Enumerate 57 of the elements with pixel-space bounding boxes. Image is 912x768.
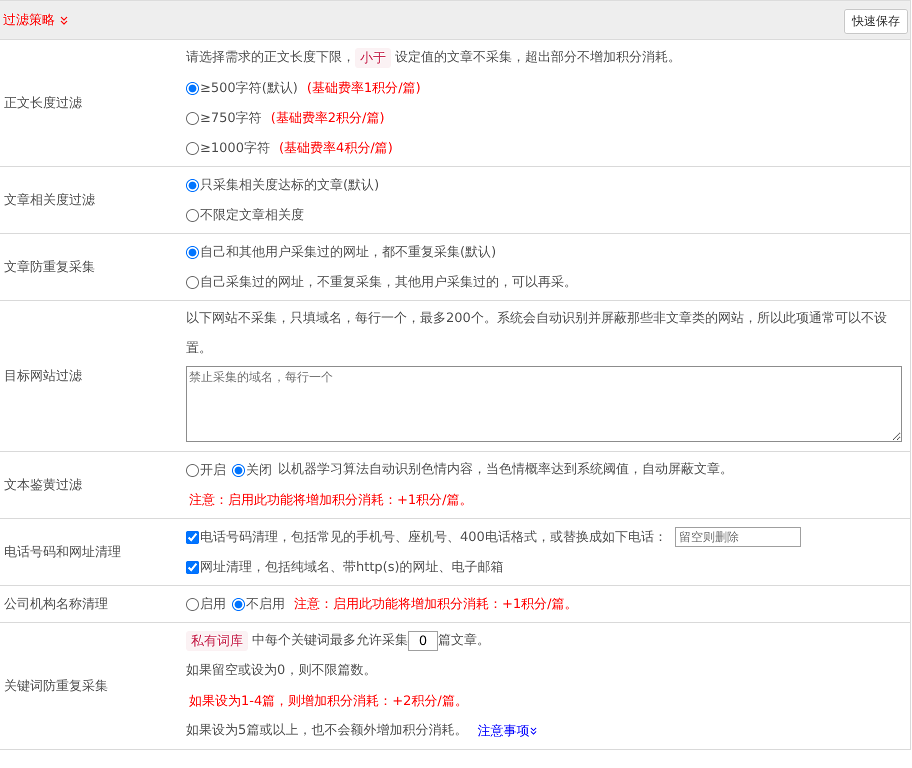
count-input-field[interactable]: 0 [408, 631, 438, 651]
radio-label[interactable]: 不启用 [246, 595, 285, 613]
radio-label[interactable]: ≥500字符(默认) [200, 79, 298, 97]
note-text: 注意：启用此功能将增加积分消耗：+1积分/篇。 [189, 492, 473, 509]
row-label: 电话号码和网址清理 [3, 544, 122, 562]
radio-label[interactable]: 只采集相关度达标的文章(默认) [200, 176, 380, 194]
description-text: 如果留空或设为0，则不限篇数。 [186, 662, 376, 680]
radio-label[interactable]: 启用 [200, 595, 226, 613]
radio-button[interactable] [186, 208, 199, 222]
description-text: 以机器学习算法自动识别色情内容，当色情概率达到系统阈值，自动屏蔽文章。 [278, 461, 733, 479]
keyword-tag: 小于 [355, 48, 391, 68]
notes-link[interactable]: 注意事项 [477, 722, 530, 740]
radio-button[interactable] [232, 464, 245, 476]
radio-button[interactable] [186, 464, 199, 476]
radio-label[interactable]: 关闭 [246, 461, 272, 479]
phone-input-field[interactable]: 留空则删除 [674, 527, 801, 547]
row-label: 正文长度过滤 [3, 95, 83, 113]
radio-label[interactable]: 自己采集过的网址，不重复采集，其他用户采集过的，可以再采。 [200, 273, 577, 291]
description-text: 以下网站不采集，只填域名，每行一个，最多200个。系统会自动识别并屏蔽那些非文章类的网站，所以此项通常可以不设置。 [186, 310, 888, 358]
chevron-down-icon[interactable] [60, 16, 68, 24]
description-text: 设定值的文章不采集，超出部分不增加积分消耗。 [395, 49, 681, 67]
radio-button[interactable] [186, 276, 199, 288]
checkbox-label[interactable]: 电话号码清理，包括常见的手机号、座机号、400电话格式，或替换成如下电话： [200, 528, 667, 546]
radio-label[interactable]: 开启 [200, 461, 226, 479]
note-text: 注意：启用此功能将增加积分消耗：+1积分/篇。 [294, 596, 578, 613]
radio-label[interactable]: 不限定文章相关度 [200, 206, 304, 224]
row-label: 公司机构名称清理 [3, 596, 109, 614]
radio-button[interactable] [186, 246, 199, 258]
quick-save-button[interactable]: 快速保存 [844, 9, 908, 34]
checkbox[interactable] [186, 560, 199, 574]
row-label: 文章相关度过滤 [3, 192, 96, 210]
radio-label[interactable]: 自己和其他用户采集过的网址，都不重复采集(默认) [200, 243, 496, 261]
note-text: (基础费率1积分/篇) [306, 80, 421, 97]
radio-button[interactable] [186, 112, 199, 124]
radio-button[interactable] [186, 82, 199, 94]
radio-button[interactable] [232, 598, 245, 610]
radio-button[interactable] [186, 598, 199, 610]
radio-button[interactable] [186, 178, 199, 192]
note-text: (基础费率4积分/篇) [278, 140, 393, 157]
row-label: 目标网站过滤 [3, 368, 83, 386]
description-text: 请选择需求的正文长度下限， [186, 49, 355, 67]
description-text: 如果设为5篇或以上，也不会额外增加积分消耗。 [186, 722, 468, 740]
row-label: 文章防重复采集 [3, 259, 96, 277]
row-label: 文本鉴黄过滤 [3, 477, 83, 495]
checkbox-label[interactable]: 网址清理，包括纯域名、带http(s)的网址、电子邮箱 [200, 558, 504, 576]
row-label: 关键词防重复采集 [3, 678, 109, 696]
note-text: 如果设为1-4篇，则增加积分消耗：+2积分/篇。 [189, 693, 468, 710]
checkbox[interactable] [186, 530, 199, 544]
radio-label[interactable]: ≥1000字符 [200, 139, 270, 157]
chevron-down-icon[interactable] [530, 727, 538, 735]
keyword-tag: 私有词库 [186, 631, 248, 651]
radio-button[interactable] [186, 142, 199, 154]
radio-label[interactable]: ≥750字符 [200, 109, 262, 127]
description-text: 篇文章。 [438, 632, 490, 650]
domain-textarea[interactable]: 禁止采集的域名，每行一个 [186, 366, 902, 442]
description-text: 中每个关键词最多允许采集 [252, 632, 408, 650]
note-text: (基础费率2积分/篇) [270, 110, 385, 127]
